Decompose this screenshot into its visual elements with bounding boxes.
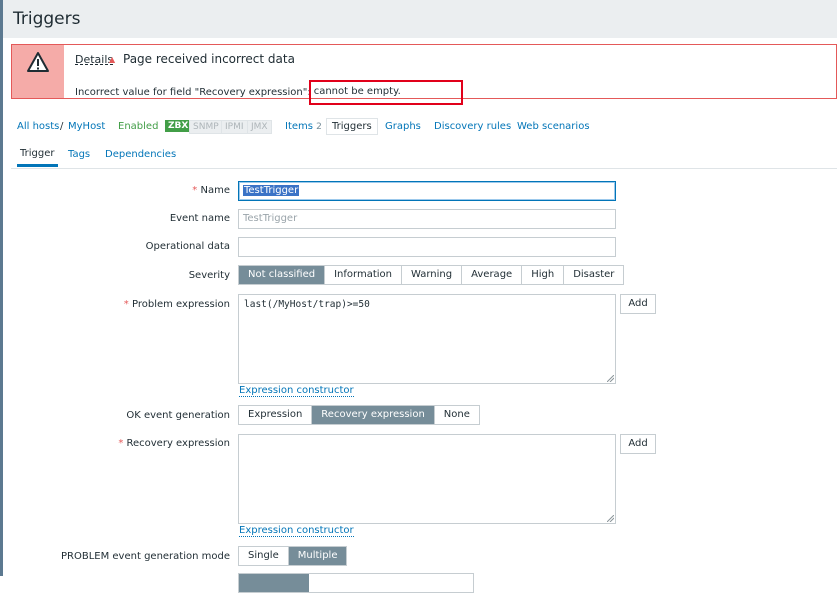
- error-detail-line: Incorrect value for field "Recovery expr…: [75, 80, 463, 106]
- recovery-expression-label: * Recovery expression: [118, 438, 231, 449]
- problem-mode-multiple[interactable]: Multiple: [288, 547, 347, 565]
- severity-high[interactable]: High: [522, 266, 565, 284]
- ok-event-generation-selector: Expression Recovery expression None: [238, 405, 480, 425]
- details-toggle[interactable]: Details: [75, 53, 113, 66]
- resize-handle-icon[interactable]: [607, 375, 614, 382]
- discovery-rules-link[interactable]: Discovery rules: [434, 121, 511, 132]
- problem-expression-value: last(/MyHost/trap)>=50: [244, 299, 370, 310]
- severity-information[interactable]: Information: [325, 266, 402, 284]
- error-icon-area: [12, 45, 64, 98]
- page-header: Triggers: [3, 0, 837, 38]
- items-link[interactable]: Items 2: [285, 121, 322, 132]
- ipmi-availability-badge: IPMI: [221, 120, 248, 134]
- items-count: 2: [316, 122, 322, 132]
- left-edge-border: [0, 0, 3, 576]
- name-input[interactable]: TestTrigger: [238, 181, 616, 201]
- operational-data-input[interactable]: [238, 237, 616, 257]
- collapse-arrow-icon[interactable]: ▲: [109, 55, 115, 64]
- problem-mode-selector: Single Multiple: [238, 546, 348, 566]
- breadcrumb-separator: /: [60, 121, 64, 132]
- name-label: * Name: [192, 185, 230, 196]
- host-navigation: All hosts / MyHost Enabled ZBX SNMP IPMI…: [11, 114, 837, 142]
- host-link[interactable]: MyHost: [68, 121, 105, 132]
- event-name-input[interactable]: TestTrigger: [238, 209, 616, 229]
- recovery-add-button[interactable]: Add: [620, 434, 656, 454]
- ok-gen-recovery-expression[interactable]: Recovery expression: [312, 406, 435, 424]
- recovery-expression-label-text: Recovery expression: [126, 438, 231, 449]
- jmx-availability-badge: JMX: [247, 120, 272, 134]
- items-label: Items: [285, 121, 313, 132]
- all-hosts-link[interactable]: All hosts: [17, 121, 59, 132]
- web-scenarios-link[interactable]: Web scenarios: [517, 121, 590, 132]
- error-title: Page received incorrect data: [123, 52, 295, 66]
- ok-gen-expression[interactable]: Expression: [239, 406, 313, 424]
- resize-handle-icon[interactable]: [607, 515, 614, 522]
- problem-add-button[interactable]: Add: [620, 294, 656, 314]
- tab-dependencies[interactable]: Dependencies: [105, 149, 176, 160]
- highlighted-error-text: cannot be empty.: [308, 80, 463, 105]
- problem-expression-label-text: Problem expression: [131, 299, 230, 310]
- operational-data-label: Operational data: [145, 241, 230, 252]
- severity-average[interactable]: Average: [462, 266, 523, 284]
- problem-expression-label: * Problem expression: [123, 299, 230, 310]
- tab-trigger[interactable]: Trigger: [17, 148, 58, 167]
- host-status-enabled[interactable]: Enabled: [118, 121, 158, 132]
- snmp-availability-badge: SNMP: [189, 120, 223, 134]
- problem-mode-single[interactable]: Single: [239, 547, 289, 565]
- event-name-label: Event name: [169, 213, 230, 224]
- recovery-expression-constructor-link[interactable]: Expression constructor: [239, 525, 354, 537]
- severity-not-classified[interactable]: Not classified: [239, 266, 326, 284]
- problem-mode-label: PROBLEM event generation mode: [61, 551, 230, 562]
- severity-selector: Not classified Information Warning Avera…: [238, 265, 625, 285]
- zbx-availability-badge: ZBX: [165, 120, 192, 132]
- next-row-control[interactable]: [238, 573, 474, 593]
- severity-disaster[interactable]: Disaster: [564, 266, 624, 284]
- error-detail-text: Incorrect value for field "Recovery expr…: [75, 87, 311, 98]
- name-label-text: Name: [200, 185, 230, 196]
- severity-label: Severity: [188, 270, 230, 281]
- graphs-link[interactable]: Graphs: [385, 121, 421, 132]
- recovery-expression-textarea[interactable]: [238, 434, 616, 524]
- severity-warning[interactable]: Warning: [402, 266, 463, 284]
- ok-event-generation-label: OK event generation: [126, 410, 230, 421]
- problem-expression-constructor-link[interactable]: Expression constructor: [239, 385, 354, 397]
- form-tabs: Trigger Tags Dependencies: [11, 143, 837, 169]
- problem-expression-textarea[interactable]: last(/MyHost/trap)>=50: [238, 294, 616, 384]
- triggers-tab[interactable]: Triggers: [326, 118, 378, 135]
- ok-gen-none[interactable]: None: [434, 406, 479, 424]
- error-message-box: Details ▲ Page received incorrect data I…: [11, 44, 837, 105]
- warning-icon: [27, 52, 49, 72]
- name-input-value: TestTrigger: [243, 185, 300, 196]
- tab-tags[interactable]: Tags: [68, 149, 90, 160]
- page-title: Triggers: [13, 9, 81, 29]
